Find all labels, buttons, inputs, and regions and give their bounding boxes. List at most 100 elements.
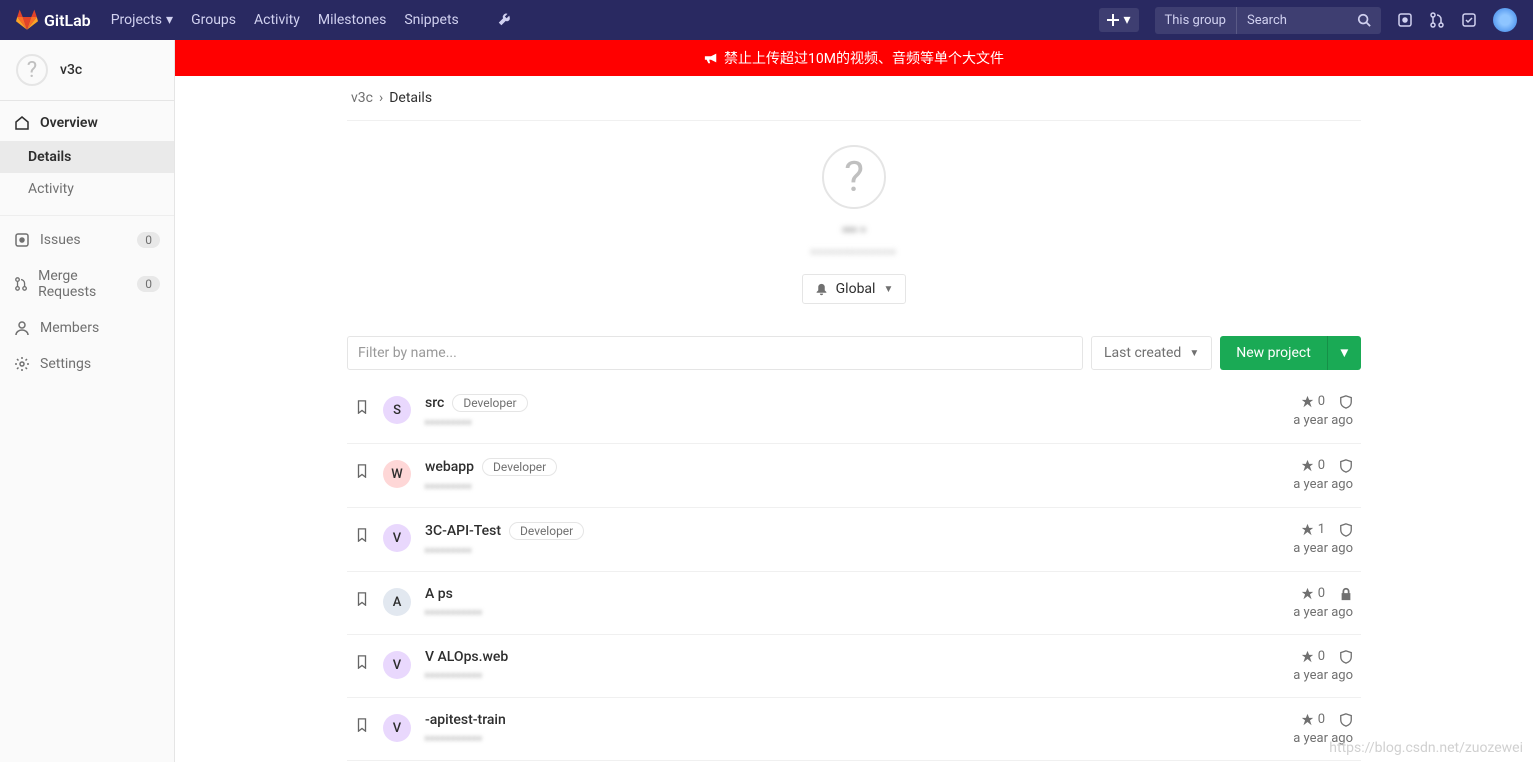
group-description: ▪▪▪▪▪▪▪▪▪▪▪▪▪ [347, 244, 1361, 260]
project-name[interactable]: webapp [425, 459, 474, 475]
project-avatar: V [383, 651, 411, 679]
project-row[interactable]: A A ps ▪▪▪▪▪▪▪▪▪▪▪ 0 a year ago [347, 572, 1361, 635]
project-avatar: V [383, 714, 411, 742]
updated-time: a year ago [1243, 731, 1353, 746]
project-row[interactable]: V -apitest-train ▪▪▪▪▪▪▪▪▪▪▪ 0 a year ag… [347, 698, 1361, 761]
gear-icon [14, 356, 30, 372]
sidebar-item-settings[interactable]: Settings [0, 346, 174, 382]
project-name[interactable]: -apitest-train [425, 712, 506, 728]
nav-projects[interactable]: Projects▾ [111, 12, 173, 28]
star-count[interactable]: 0 [1301, 649, 1325, 664]
nav-links: Projects▾ Groups Activity Milestones Sni… [111, 12, 511, 28]
group-name: v3c [60, 62, 82, 78]
notification-dropdown[interactable]: Global ▼ [802, 274, 907, 304]
issues-count-badge: 0 [137, 232, 160, 248]
bookmark-icon[interactable] [355, 592, 369, 606]
shield-icon [1339, 395, 1353, 409]
sidebar-sub-details[interactable]: Details [0, 141, 174, 173]
filter-bar: Last created ▼ New project ▼ [347, 336, 1361, 370]
search-scope[interactable]: This group [1155, 7, 1237, 34]
group-avatar-large: ? [822, 145, 886, 209]
bookmark-icon[interactable] [355, 464, 369, 478]
merge-icon [1429, 12, 1445, 28]
project-name[interactable]: V ALOps.web [425, 649, 508, 665]
user-avatar[interactable] [1493, 8, 1517, 32]
star-count[interactable]: 1 [1301, 522, 1325, 537]
star-count[interactable]: 0 [1301, 586, 1325, 601]
star-icon [1301, 650, 1314, 663]
visibility-icon [1339, 395, 1353, 409]
home-icon [14, 115, 30, 131]
updated-time: a year ago [1243, 668, 1353, 683]
lock-icon [1339, 587, 1353, 601]
mr-count-badge: 0 [137, 276, 160, 292]
shield-icon [1339, 713, 1353, 727]
star-icon [1301, 459, 1314, 472]
gitlab-logo[interactable]: GitLab [16, 9, 91, 31]
brand-text: GitLab [44, 11, 91, 30]
chevron-right-icon: › [379, 90, 383, 106]
merge-requests-shortcut[interactable] [1429, 12, 1445, 28]
top-navbar: GitLab Projects▾ Groups Activity Milesto… [0, 0, 1533, 40]
role-badge: Developer [509, 522, 584, 540]
alert-banner: 禁止上传超过10M的视频、音频等单个大文件 [175, 40, 1533, 76]
sort-dropdown[interactable]: Last created ▼ [1091, 336, 1212, 370]
star-count[interactable]: 0 [1301, 394, 1325, 409]
nav-activity[interactable]: Activity [254, 12, 300, 28]
sidebar-item-members[interactable]: Members [0, 310, 174, 346]
nav-admin-icon[interactable] [497, 12, 511, 28]
search-input[interactable] [1237, 7, 1347, 34]
plus-icon [1107, 14, 1119, 26]
sidebar-sub-activity[interactable]: Activity [0, 173, 174, 205]
group-avatar-small: ? [16, 54, 48, 86]
new-project-dropdown[interactable]: ▼ [1327, 336, 1361, 370]
project-path: ▪▪▪▪▪▪▪▪▪ [425, 479, 1229, 493]
new-project-button[interactable]: New project [1220, 336, 1327, 370]
todos-shortcut[interactable] [1461, 12, 1477, 28]
sidebar-context[interactable]: ? v3c [0, 40, 174, 101]
project-row[interactable]: V V ALOps.web ▪▪▪▪▪▪▪▪▪▪▪ 0 a year ago [347, 635, 1361, 698]
role-badge: Developer [452, 394, 527, 412]
filter-input[interactable] [347, 336, 1083, 370]
issues-shortcut[interactable] [1397, 12, 1413, 28]
sidebar-item-overview[interactable]: Overview [0, 105, 174, 141]
project-row[interactable]: S src Developer ▪▪▪▪▪▪▪▪▪ 0 a year ago [347, 380, 1361, 444]
project-row[interactable]: V 3C-API-Test Developer ▪▪▪▪▪▪▪▪▪ 1 a ye… [347, 508, 1361, 572]
chevron-down-icon: ▾ [166, 12, 173, 28]
star-count[interactable]: 0 [1301, 458, 1325, 473]
project-avatar: S [383, 396, 411, 424]
breadcrumb-root[interactable]: v3c [351, 90, 373, 106]
nav-snippets[interactable]: Snippets [404, 12, 458, 28]
search-button[interactable] [1347, 7, 1381, 33]
bookmark-icon[interactable] [355, 718, 369, 732]
project-name[interactable]: 3C-API-Test [425, 523, 501, 539]
bookmark-icon[interactable] [355, 655, 369, 669]
plus-dropdown[interactable]: ▾ [1099, 8, 1138, 32]
bookmark-icon[interactable] [355, 528, 369, 542]
project-path: ▪▪▪▪▪▪▪▪▪▪▪ [425, 668, 1229, 682]
content-area: 禁止上传超过10M的视频、音频等单个大文件 v3c › Details ? ▪▪… [175, 40, 1533, 762]
updated-time: a year ago [1243, 477, 1353, 492]
sidebar-item-merge-requests[interactable]: Merge Requests 0 [0, 258, 174, 310]
star-count[interactable]: 0 [1301, 712, 1325, 727]
bookmark-icon[interactable] [355, 400, 369, 414]
project-row[interactable]: W webapp Developer ▪▪▪▪▪▪▪▪▪ 0 a year ag… [347, 444, 1361, 508]
nav-milestones[interactable]: Milestones [318, 12, 387, 28]
visibility-icon [1339, 587, 1353, 601]
project-avatar: V [383, 524, 411, 552]
project-name[interactable]: A ps [425, 586, 453, 602]
nav-groups[interactable]: Groups [191, 12, 236, 28]
chevron-down-icon: ▼ [1189, 348, 1199, 359]
breadcrumb: v3c › Details [347, 76, 1361, 121]
visibility-icon [1339, 523, 1353, 537]
project-path: ▪▪▪▪▪▪▪▪▪ [425, 543, 1229, 557]
shield-icon [1339, 459, 1353, 473]
star-icon [1301, 713, 1314, 726]
group-title: ▪▪▪ ▪ [347, 221, 1361, 238]
project-list: S src Developer ▪▪▪▪▪▪▪▪▪ 0 a year ago W… [347, 380, 1361, 762]
sidebar: ? v3c Overview Details Activity Issues 0… [0, 40, 175, 762]
sidebar-item-issues[interactable]: Issues 0 [0, 222, 174, 258]
project-path: ▪▪▪▪▪▪▪▪▪ [425, 415, 1229, 429]
project-path: ▪▪▪▪▪▪▪▪▪▪▪ [425, 731, 1229, 745]
project-name[interactable]: src [425, 395, 444, 411]
